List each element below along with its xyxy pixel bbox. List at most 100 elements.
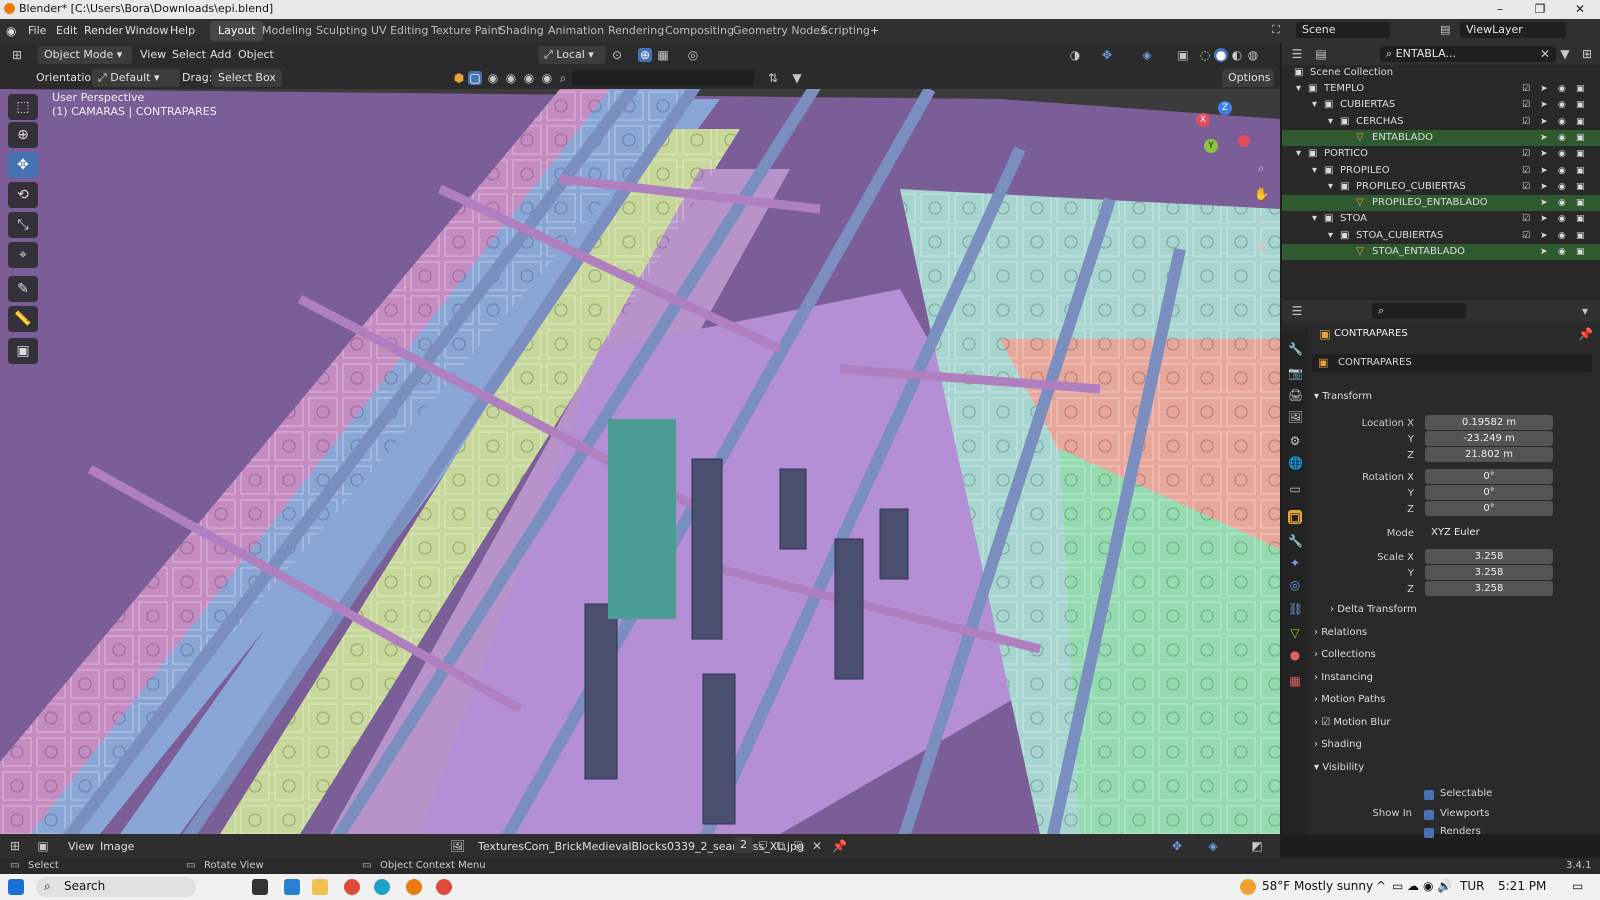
outliner-item[interactable]: ▾ ▣ PORTICO ☑ ➤ ◉ ▣ (1282, 146, 1600, 162)
exclude-checkbox[interactable]: ☑ (1522, 146, 1530, 162)
rendered-shading-icon[interactable]: ◍ (1246, 48, 1260, 62)
clear-search-icon[interactable]: ✕ (1538, 47, 1552, 61)
select-toggle-icon[interactable]: ➤ (1540, 211, 1548, 227)
image-menu-view[interactable]: View (68, 840, 94, 853)
eye-icon[interactable]: ◉ (1558, 97, 1566, 113)
expand-arrow-icon[interactable]: ▾ (1312, 163, 1317, 179)
render-camera-icon[interactable]: ▣ (1576, 97, 1585, 113)
rotation-y-field[interactable]: 0° (1425, 485, 1553, 500)
panel-header[interactable]: › Motion Paths (1314, 690, 1594, 710)
location-y-field[interactable]: -23.249 m (1425, 431, 1553, 446)
image-browse-icon[interactable]: 🖼 (450, 839, 465, 853)
panel-header[interactable]: › Shading (1314, 735, 1594, 755)
zoom-icon[interactable]: ⌕ (1254, 161, 1268, 175)
file-explorer-icon[interactable] (312, 879, 328, 895)
clock[interactable]: 5:21 PM (1498, 879, 1546, 893)
maximize-icon[interactable]: ❐ (1520, 0, 1560, 19)
rotation-z-field[interactable]: 0° (1425, 501, 1553, 516)
display-mode-icon[interactable]: ▤ (1314, 47, 1328, 61)
pin-image-icon[interactable]: 📌 (832, 839, 847, 853)
mail-app-icon[interactable] (284, 879, 300, 895)
viewport-menu-object[interactable]: Object (238, 48, 274, 61)
scale-z-field[interactable]: 3.258 (1425, 581, 1553, 596)
visibility-icon[interactable]: ◑ (1068, 48, 1082, 62)
pin-icon[interactable]: 📌 (1578, 327, 1593, 341)
select-toggle-icon[interactable]: ➤ (1540, 179, 1548, 195)
viewport-menu-select[interactable]: Select (172, 48, 206, 61)
xray-icon[interactable]: ▣ (1176, 48, 1190, 62)
language-indicator[interactable]: TUR (1460, 879, 1484, 893)
outliner-item[interactable]: ▾ ▣ STOA_CUBIERTAS ☑ ➤ ◉ ▣ (1282, 228, 1600, 244)
select-toggle-icon[interactable]: ➤ (1540, 146, 1548, 162)
pivot-icon[interactable]: ⊙ (610, 48, 624, 62)
axis-x-icon[interactable]: X (1196, 113, 1210, 127)
data-tab-icon[interactable]: ▽ (1288, 626, 1302, 640)
viewport-menu-add[interactable]: Add (210, 48, 231, 61)
chrome-profile-icon[interactable] (436, 879, 452, 895)
fake-user-icon[interactable]: ⛉ (756, 839, 770, 853)
eye-icon[interactable]: ◉ (1558, 146, 1566, 162)
minimize-icon[interactable]: – (1480, 0, 1520, 19)
image-display-icon[interactable]: ◩ (1250, 839, 1264, 853)
render-camera-icon[interactable]: ▣ (1576, 81, 1585, 97)
eye-icon[interactable]: ◉ (1558, 211, 1566, 227)
eye-icon[interactable]: ◉ (1558, 179, 1566, 195)
exclude-checkbox[interactable]: ☑ (1522, 228, 1530, 244)
view-layer-selector[interactable]: ViewLayer (1460, 22, 1566, 38)
weather-icon[interactable] (1240, 879, 1256, 895)
rotation-mode-dropdown[interactable]: XYZ Euler (1425, 525, 1553, 540)
new-collection-icon[interactable]: ⊞ (1580, 47, 1594, 61)
cursor-tool-icon[interactable]: ⊕ (8, 122, 38, 148)
expand-arrow-icon[interactable]: ▾ (1312, 97, 1317, 113)
expand-arrow-icon[interactable]: ▾ (1296, 146, 1301, 162)
object-tab-icon[interactable]: ▣ (1288, 510, 1302, 524)
select-box-icon[interactable]: ▢ (468, 71, 482, 85)
shading-sphere-4-icon[interactable]: ◉ (540, 71, 554, 85)
weather-text[interactable]: 58°F Mostly sunny (1262, 879, 1373, 893)
eye-icon[interactable]: ◉ (1558, 228, 1566, 244)
image-users-count[interactable]: 2 (734, 837, 753, 853)
navigation-gizmo[interactable]: Z X Y (1196, 97, 1266, 167)
render-camera-icon[interactable]: ▣ (1576, 179, 1585, 195)
render-camera-icon[interactable]: ▣ (1576, 195, 1585, 211)
proportional-edit-icon[interactable]: ◎ (686, 48, 700, 62)
image-menu-image[interactable]: Image (100, 840, 134, 853)
render-camera-icon[interactable]: ▣ (1576, 130, 1585, 146)
search-icon[interactable]: ⌕ (556, 71, 570, 85)
axis-y-icon[interactable]: Y (1204, 139, 1218, 153)
outliner-item[interactable]: ▾ ▣ PROPILEO_CUBIERTAS ☑ ➤ ◉ ▣ (1282, 179, 1600, 195)
physics-tab-icon[interactable]: ◎ (1288, 578, 1302, 592)
expand-arrow-icon[interactable]: ▾ (1328, 228, 1333, 244)
render-camera-icon[interactable]: ▣ (1576, 114, 1585, 130)
exclude-checkbox[interactable]: ☑ (1522, 179, 1530, 195)
modifier-tab-icon[interactable]: 🔧 (1288, 534, 1303, 548)
tool-tab-icon[interactable]: 🔧 (1288, 342, 1303, 356)
select-toggle-icon[interactable]: ➤ (1540, 228, 1548, 244)
panel-header[interactable]: › ☑ Motion Blur (1314, 713, 1594, 733)
render-camera-icon[interactable]: ▣ (1576, 244, 1585, 260)
renders-checkbox[interactable] (1424, 828, 1434, 838)
outliner-item[interactable]: ▽ PROPILEO_ENTABLADO ➤ ◉ ▣ (1282, 195, 1600, 212)
exclude-checkbox[interactable]: ☑ (1522, 97, 1530, 113)
image-editor-mode-icon[interactable]: ▣ (36, 839, 50, 853)
blender-menu-icon[interactable]: ◉ (6, 24, 20, 38)
rotation-x-field[interactable]: 0° (1425, 469, 1553, 484)
properties-options-icon[interactable]: ▾ (1578, 304, 1592, 318)
view-layer-icon[interactable]: ▤ (1440, 23, 1454, 37)
measure-tool-icon[interactable]: 📏 (8, 306, 38, 332)
outliner-search-field[interactable]: ⌕ ENTABLA... (1380, 46, 1556, 62)
eye-icon[interactable]: ◉ (1558, 195, 1566, 211)
select-tool-icon[interactable]: ⬚ (8, 94, 38, 120)
drag-dropdown[interactable]: Select Box ▾ (212, 69, 282, 102)
unlink-image-icon[interactable]: ✕ (810, 839, 824, 853)
image-editor-type-icon[interactable]: ⊞ (8, 839, 22, 853)
render-camera-icon[interactable]: ▣ (1576, 228, 1585, 244)
scale-x-field[interactable]: 3.258 (1425, 549, 1553, 564)
options-dropdown[interactable]: Options ▾ (1222, 69, 1274, 102)
viewport-search-input[interactable] (572, 70, 754, 86)
scale-y-field[interactable]: 3.258 (1425, 565, 1553, 580)
close-icon[interactable]: ✕ (1560, 0, 1600, 19)
select-toggle-icon[interactable]: ➤ (1540, 195, 1548, 211)
open-image-icon[interactable]: ⎘ (792, 839, 806, 853)
eye-icon[interactable]: ◉ (1558, 163, 1566, 179)
